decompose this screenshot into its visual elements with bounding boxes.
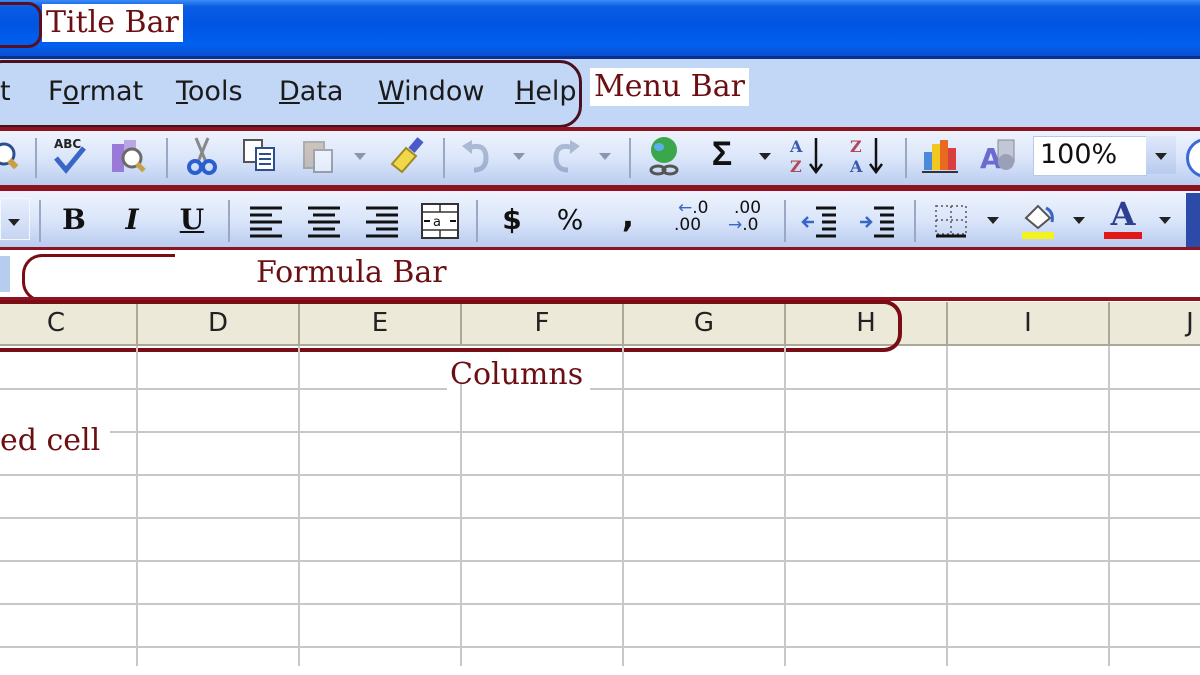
- decrease-decimal-button[interactable]: .00 →.0: [726, 200, 772, 240]
- menu-accel: H: [515, 76, 536, 107]
- insert-hyperlink-icon[interactable]: [642, 134, 686, 189]
- increase-decimal-bottom: .00: [674, 215, 702, 235]
- undo-icon[interactable]: [456, 134, 500, 189]
- decrease-indent-icon[interactable]: [798, 198, 842, 253]
- italic-button[interactable]: I: [110, 200, 154, 240]
- toolbar-separator: [629, 138, 631, 178]
- toolbar-chevron[interactable]: [1186, 193, 1200, 247]
- name-box-edge[interactable]: [0, 256, 10, 292]
- chart-wizard-icon[interactable]: [918, 134, 962, 189]
- menu-item-edit-partial[interactable]: t: [0, 76, 11, 107]
- formula-bar-outline: [22, 254, 175, 302]
- copy-icon[interactable]: [238, 134, 282, 189]
- research-icon[interactable]: [106, 134, 150, 189]
- zoom-dropdown-icon: [1155, 153, 1167, 160]
- menu-label-part: rmat: [79, 76, 144, 107]
- formula-bar[interactable]: [0, 250, 1200, 298]
- menu-label-part: indow: [404, 76, 485, 107]
- annotation-formula-bar: Formula Bar: [256, 255, 447, 290]
- increase-indent-icon[interactable]: [856, 198, 900, 253]
- menu-accel: D: [279, 76, 300, 107]
- svg-text:a: a: [433, 215, 441, 230]
- font-color-swatch: [1104, 232, 1142, 239]
- title-bar-icon-outline: [0, 2, 42, 48]
- percent-button[interactable]: %: [548, 200, 592, 240]
- toolbar-separator: [228, 200, 230, 242]
- borders-icon[interactable]: [930, 198, 974, 253]
- svg-text:ABC: ABC: [54, 137, 81, 151]
- paste-dropdown-icon[interactable]: [354, 153, 366, 160]
- columns-outline: [0, 300, 902, 352]
- borders-dropdown-icon[interactable]: [987, 217, 999, 224]
- annotation-title-bar: Title Bar: [42, 4, 183, 42]
- menu-label-part: F: [48, 76, 63, 107]
- align-center-icon[interactable]: [302, 198, 346, 253]
- menu-item-window[interactable]: Window: [378, 76, 484, 107]
- underline-button[interactable]: U: [170, 200, 214, 240]
- bold-button[interactable]: B: [52, 200, 96, 240]
- menu-item-data[interactable]: Data: [279, 76, 343, 107]
- decrease-decimal-arrow-icon: →: [728, 215, 743, 235]
- svg-text:Z: Z: [790, 157, 802, 176]
- toolbar-separator: [914, 200, 916, 242]
- paste-icon[interactable]: [298, 134, 342, 189]
- toolbar-separator: [905, 138, 907, 178]
- format-painter-icon[interactable]: [384, 134, 428, 189]
- menu-accel: o: [62, 76, 80, 107]
- toolbar-separator: [39, 200, 41, 242]
- sort-ascending-icon[interactable]: AZ: [786, 134, 830, 189]
- comma-style-button[interactable]: ,: [606, 196, 650, 236]
- currency-button[interactable]: $: [490, 200, 534, 240]
- font-color-letter: A: [1110, 195, 1136, 233]
- column-header-j[interactable]: J: [1110, 302, 1200, 344]
- toolbar-separator: [443, 138, 445, 178]
- redo-dropdown-icon[interactable]: [599, 153, 611, 160]
- annotation-selected-cell: ed cell: [0, 423, 101, 458]
- align-right-icon[interactable]: [360, 198, 404, 253]
- column-header-i[interactable]: I: [948, 302, 1110, 344]
- menu-item-format[interactable]: Format: [48, 76, 143, 107]
- svg-text:A: A: [849, 157, 863, 176]
- menu-label-part: elp: [535, 76, 577, 107]
- menu-item-tools[interactable]: Tools: [176, 76, 243, 107]
- toolbar-separator: [166, 138, 168, 178]
- font-size-dropdown-icon: [8, 219, 20, 226]
- menu-label-part: ools: [187, 76, 243, 107]
- sort-descending-icon[interactable]: ZA: [846, 134, 890, 189]
- toolbar-separator: [35, 138, 37, 178]
- drawing-icon[interactable]: A: [976, 134, 1020, 189]
- spelling-icon[interactable]: ABC: [48, 134, 92, 189]
- redo-icon[interactable]: [542, 134, 586, 189]
- increase-decimal-button[interactable]: ←.0 .00: [664, 200, 710, 240]
- font-color-button[interactable]: A: [1100, 196, 1146, 242]
- font-color-dropdown-icon[interactable]: [1159, 217, 1171, 224]
- decrease-decimal-bottom: .0: [742, 215, 759, 235]
- menu-label-part: ata: [299, 76, 344, 107]
- menu-item-help[interactable]: Help: [515, 76, 577, 107]
- autosum-icon[interactable]: Σ: [700, 134, 744, 174]
- toolbar-separator: [784, 200, 786, 242]
- cut-icon[interactable]: [180, 134, 224, 189]
- merge-center-icon[interactable]: a: [418, 198, 462, 253]
- toolbar-separator: [476, 200, 478, 242]
- svg-text:Z: Z: [850, 137, 862, 156]
- menu-accel: W: [378, 76, 405, 107]
- menu-accel: T: [176, 76, 188, 107]
- annotation-menu-bar: Menu Bar: [590, 68, 749, 106]
- fill-color-icon[interactable]: [1016, 196, 1060, 253]
- cell-grid[interactable]: [0, 346, 1200, 675]
- align-left-icon[interactable]: [244, 198, 288, 253]
- zoom-value: 100%: [1040, 139, 1118, 170]
- autosum-dropdown-icon[interactable]: [759, 153, 771, 160]
- undo-dropdown-icon[interactable]: [513, 153, 525, 160]
- print-preview-icon[interactable]: [0, 136, 26, 187]
- svg-text:A: A: [789, 137, 803, 156]
- fill-color-dropdown-icon[interactable]: [1073, 217, 1085, 224]
- annotation-columns: Columns: [450, 357, 584, 392]
